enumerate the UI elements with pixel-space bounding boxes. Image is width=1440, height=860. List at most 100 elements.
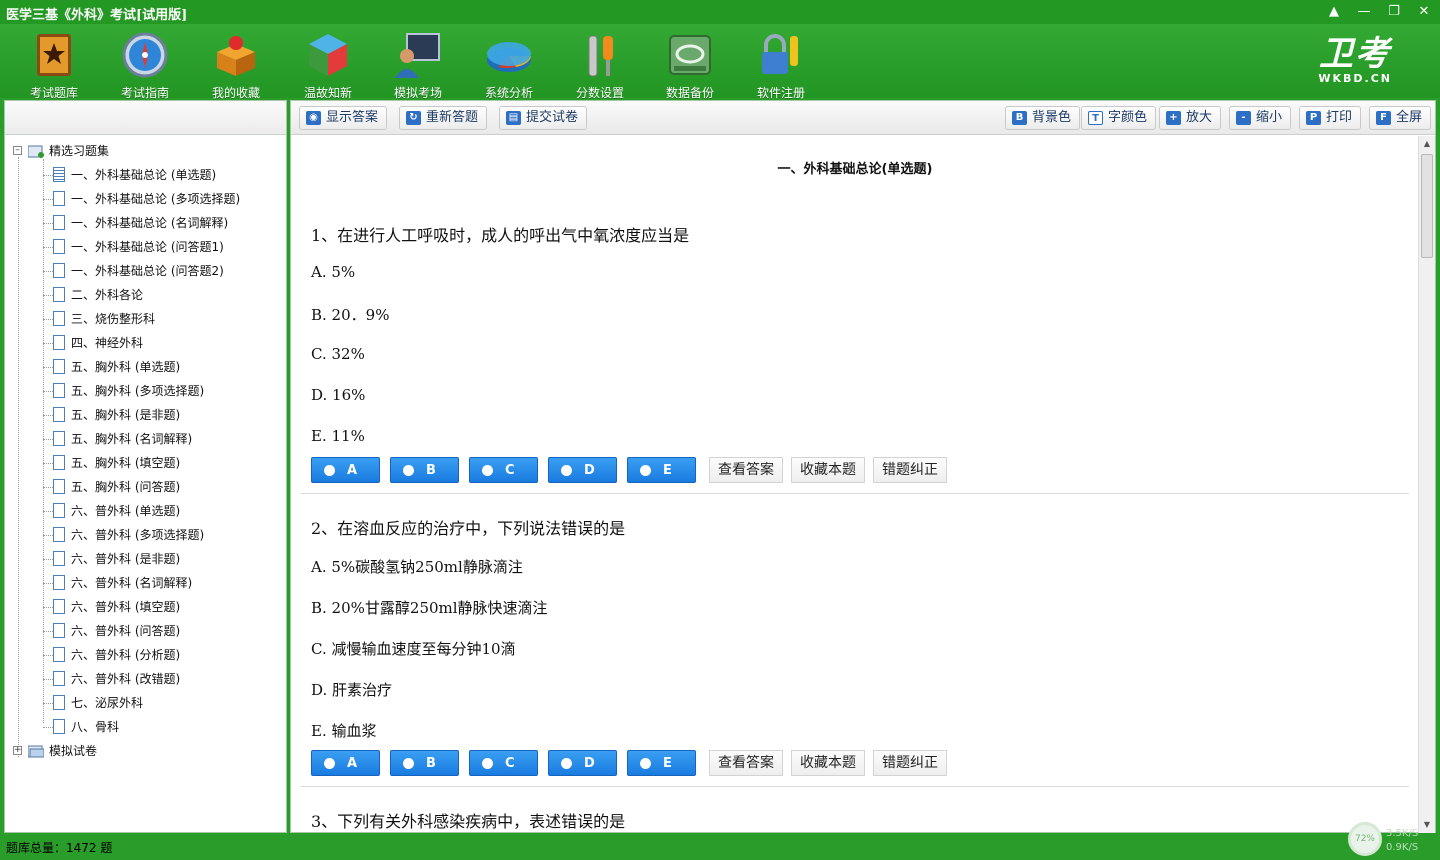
answer-c-button[interactable]: C — [469, 457, 538, 483]
tree-item[interactable]: 六、普外科 (多项选择题) — [5, 523, 286, 547]
title-bar: 医学三基《外科》考试[试用版] ▲ — ❐ ✕ — [0, 0, 1440, 24]
tree-item[interactable]: 五、胸外科 (单选题) — [5, 355, 286, 379]
tree-root-mock-exams[interactable]: + 模拟试卷 — [5, 739, 286, 763]
restore-icon[interactable]: ❐ — [1384, 2, 1404, 22]
document-icon — [53, 263, 65, 278]
toolbar-item-register[interactable]: 软件注册 — [741, 30, 821, 101]
option-text: C. 减慢输血速度至每分钟10滴 — [311, 640, 516, 658]
tree-item[interactable]: 一、外科基础总论 (问答题2) — [5, 259, 286, 283]
tree-item[interactable]: 三、烧伤整形科 — [5, 307, 286, 331]
close-icon[interactable]: ✕ — [1414, 2, 1434, 22]
tree-item[interactable]: 六、普外科 (分析题) — [5, 643, 286, 667]
view-answer-button[interactable]: 查看答案 — [709, 750, 783, 776]
tree-item[interactable]: 二、外科各论 — [5, 283, 286, 307]
answer-letter: B — [426, 756, 436, 771]
answer-a-button[interactable]: A — [311, 457, 380, 483]
scroll-up-icon[interactable]: ▲ — [1419, 136, 1435, 152]
option-text: D. 16% — [311, 386, 366, 404]
answer-d-button[interactable]: D — [548, 457, 617, 483]
document-icon — [53, 599, 65, 614]
document-icon — [53, 383, 65, 398]
tree-item[interactable]: 一、外科基础总论 (问答题1) — [5, 235, 286, 259]
document-icon — [53, 695, 65, 710]
text-color-icon: T — [1088, 111, 1103, 125]
restart-button[interactable]: ↻ 重新答题 — [399, 106, 488, 130]
toolbar-item-favorites[interactable]: 我的收藏 — [196, 30, 276, 101]
answer-d-button[interactable]: D — [548, 750, 617, 776]
tree-item[interactable]: 八、骨科 — [5, 715, 286, 739]
tree-item[interactable]: 六、普外科 (问答题) — [5, 619, 286, 643]
tree-root-selected-set[interactable]: – 精选习题集 — [5, 139, 286, 163]
tree-item[interactable]: 七、泌尿外科 — [5, 691, 286, 715]
collapse-icon[interactable]: – — [13, 146, 22, 155]
toolbar-item-backup[interactable]: 数据备份 — [650, 30, 730, 101]
answer-letter: A — [347, 756, 358, 771]
document-icon — [53, 167, 65, 182]
tree-item[interactable]: 五、胸外科 (名词解释) — [5, 427, 286, 451]
toolbar-item-question-bank[interactable]: 考试题库 — [14, 30, 94, 101]
report-error-button[interactable]: 错题纠正 — [873, 457, 947, 483]
disk-icon — [669, 35, 711, 75]
option-text: C. 32% — [311, 345, 365, 363]
tree-item[interactable]: 六、普外科 (填空题) — [5, 595, 286, 619]
zoom-out-label: 缩小 — [1256, 110, 1283, 125]
report-error-button[interactable]: 错题纠正 — [873, 750, 947, 776]
tree-line — [43, 367, 53, 368]
toolbar-item-score-settings[interactable]: 分数设置 — [560, 30, 640, 101]
tree-item-label: 六、普外科 (名词解释) — [71, 576, 193, 590]
tree-item[interactable]: 六、普外科 (单选题) — [5, 499, 286, 523]
zoom-in-icon: + — [1166, 111, 1181, 125]
answer-e-button[interactable]: E — [627, 457, 696, 483]
option-text: B. 20．9% — [311, 306, 390, 324]
folder-icon — [28, 145, 44, 158]
submit-button[interactable]: ▤ 提交试卷 — [499, 106, 588, 130]
fullscreen-button[interactable]: F 全屏 — [1369, 106, 1432, 130]
toolbar-item-analysis[interactable]: 系统分析 — [469, 30, 549, 101]
minimize-icon[interactable]: — — [1354, 2, 1374, 22]
zoom-in-label: 放大 — [1186, 110, 1213, 125]
document-icon — [53, 335, 65, 350]
answer-e-button[interactable]: E — [627, 750, 696, 776]
tree-item[interactable]: 六、普外科 (是非题) — [5, 547, 286, 571]
tree-item[interactable]: 一、外科基础总论 (名词解释) — [5, 211, 286, 235]
view-answer-button[interactable]: 查看答案 — [709, 457, 783, 483]
favorite-button[interactable]: 收藏本题 — [791, 750, 865, 776]
brand-logo-text: 卫考 — [1319, 34, 1392, 74]
expand-icon[interactable]: + — [13, 746, 22, 755]
vertical-scrollbar[interactable]: ▲ ▼ — [1418, 136, 1435, 833]
zoom-in-button[interactable]: + 放大 — [1159, 106, 1222, 130]
document-icon — [53, 215, 65, 230]
document-icon — [53, 239, 65, 254]
toolbar-item-exam-guide[interactable]: 考试指南 — [105, 30, 185, 101]
background-color-button[interactable]: B 背景色 — [1005, 106, 1081, 130]
zoom-out-button[interactable]: - 缩小 — [1229, 106, 1292, 130]
tree-item[interactable]: 五、胸外科 (填空题) — [5, 451, 286, 475]
text-color-label: 字颜色 — [1108, 110, 1148, 125]
answer-letter: B — [426, 463, 436, 478]
toolbar-label: 我的收藏 — [211, 86, 260, 100]
tree-item[interactable]: 六、普外科 (名词解释) — [5, 571, 286, 595]
answer-b-button[interactable]: B — [390, 457, 459, 483]
tree-item[interactable]: 五、胸外科 (问答题) — [5, 475, 286, 499]
show-answer-button[interactable]: ◉ 显示答案 — [299, 106, 388, 130]
text-color-button[interactable]: T 字颜色 — [1081, 106, 1157, 130]
answer-a-button[interactable]: A — [311, 750, 380, 776]
favorite-button[interactable]: 收藏本题 — [791, 457, 865, 483]
toolbar-item-review[interactable]: 温故知新 — [288, 30, 368, 101]
answer-b-button[interactable]: B — [390, 750, 459, 776]
tree-item-label: 六、普外科 (填空题) — [71, 600, 181, 614]
answer-c-button[interactable]: C — [469, 750, 538, 776]
skin-icon[interactable]: ▲ — [1324, 2, 1344, 22]
tree-item[interactable]: 四、神经外科 — [5, 331, 286, 355]
toolbar-item-mock-exam[interactable]: 模拟考场 — [378, 30, 458, 101]
network-percent: 72% — [1348, 822, 1382, 856]
print-button[interactable]: P 打印 — [1299, 106, 1362, 130]
tree-item[interactable]: 一、外科基础总论 (单选题) — [5, 163, 286, 187]
scroll-thumb[interactable] — [1421, 154, 1433, 258]
tree-item-label: 六、普外科 (问答题) — [71, 624, 181, 638]
tree-item[interactable]: 六、普外科 (改错题) — [5, 667, 286, 691]
tree-item[interactable]: 五、胸外科 (多项选择题) — [5, 379, 286, 403]
radio-icon — [640, 758, 651, 769]
tree-item[interactable]: 一、外科基础总论 (多项选择题) — [5, 187, 286, 211]
tree-item[interactable]: 五、胸外科 (是非题) — [5, 403, 286, 427]
